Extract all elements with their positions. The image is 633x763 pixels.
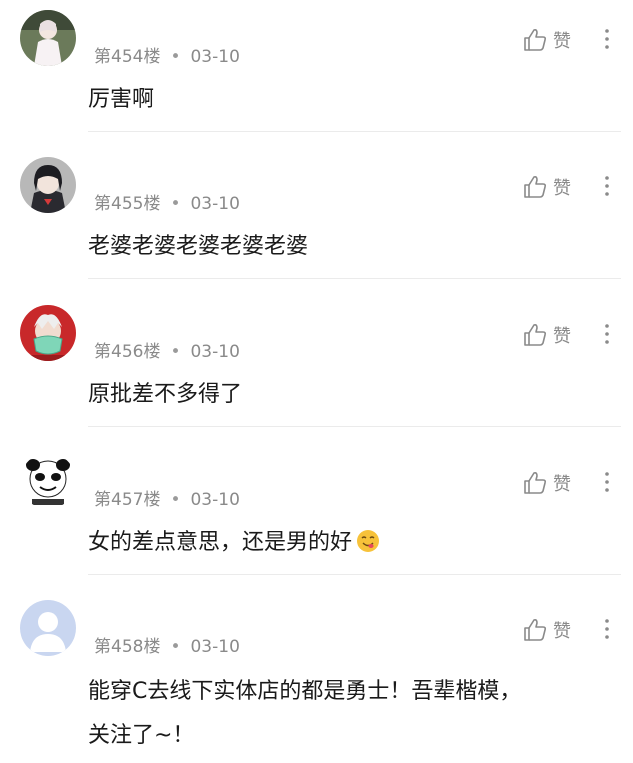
like-label: 赞 <box>553 31 571 52</box>
comment-meta: 第456楼 • 03-10 <box>94 337 240 362</box>
floor-number: 第457楼 <box>94 490 161 510</box>
girl-white-dress-avatar-icon <box>20 10 76 66</box>
more-options-button[interactable] <box>598 25 616 55</box>
anime-boy-avatar-icon <box>20 157 76 213</box>
like-button[interactable]: 赞 <box>522 468 571 498</box>
comment-date: 03-10 <box>190 490 240 510</box>
floor-number: 第455楼 <box>94 194 161 214</box>
masked-character-avatar-icon <box>20 305 76 361</box>
floor-number: 第456楼 <box>94 342 161 362</box>
thumbs-up-icon <box>524 619 547 641</box>
avatar[interactable] <box>20 305 76 361</box>
comment-date: 03-10 <box>190 637 240 657</box>
avatar[interactable] <box>20 157 76 213</box>
separator-dot: • <box>170 637 181 657</box>
default-user-avatar-icon <box>20 600 76 656</box>
more-options-button[interactable] <box>598 468 616 498</box>
separator-dot: • <box>170 47 181 67</box>
like-button[interactable]: 赞 <box>522 615 571 645</box>
avatar[interactable] <box>20 453 76 509</box>
panda-meme-avatar-icon <box>20 453 76 509</box>
vertical-dots-icon <box>605 176 609 196</box>
comment-text: 原批差不多得了 <box>88 382 243 407</box>
like-label: 赞 <box>553 474 571 495</box>
comment-text-line-2: 关注了~！ <box>88 723 195 748</box>
comment-date: 03-10 <box>190 342 240 362</box>
like-label: 赞 <box>553 178 571 199</box>
divider <box>88 278 621 279</box>
thumbs-up-icon <box>524 324 547 346</box>
divider <box>88 131 621 132</box>
vertical-dots-icon <box>605 472 609 492</box>
separator-dot: • <box>170 490 181 510</box>
comment-text: 女的差点意思，还是男的好 <box>88 524 608 562</box>
comment-text-line-1: 能穿C去线下实体店的都是勇士！吾辈楷模， <box>88 679 522 704</box>
comment-meta: 第457楼 • 03-10 <box>94 485 240 510</box>
more-options-button[interactable] <box>598 615 616 645</box>
comment-date: 03-10 <box>190 194 240 214</box>
comment-text: 厉害啊 <box>88 87 155 112</box>
like-label: 赞 <box>553 326 571 347</box>
separator-dot: • <box>170 342 181 362</box>
avatar[interactable] <box>20 10 76 66</box>
like-button[interactable]: 赞 <box>522 320 571 350</box>
vertical-dots-icon <box>605 619 609 639</box>
thumbs-up-icon <box>524 29 547 51</box>
more-options-button[interactable] <box>598 320 616 350</box>
comment-text: 老婆老婆老婆老婆老婆 <box>88 234 309 259</box>
floor-number: 第454楼 <box>94 47 161 67</box>
like-button[interactable]: 赞 <box>522 25 571 55</box>
comment-text-content: 女的差点意思，还是男的好 <box>88 530 353 555</box>
separator-dot: • <box>170 194 181 214</box>
like-label: 赞 <box>553 621 571 642</box>
like-button[interactable]: 赞 <box>522 172 571 202</box>
avatar[interactable] <box>20 600 76 656</box>
comment-date: 03-10 <box>190 47 240 67</box>
floor-number: 第458楼 <box>94 637 161 657</box>
thumbs-up-icon <box>524 176 547 198</box>
thumbs-up-icon <box>524 472 547 494</box>
vertical-dots-icon <box>605 29 609 49</box>
divider <box>88 426 621 427</box>
comment-meta: 第458楼 • 03-10 <box>94 632 240 657</box>
more-options-button[interactable] <box>598 172 616 202</box>
divider <box>88 574 621 575</box>
comment-meta: 第455楼 • 03-10 <box>94 189 240 214</box>
comment-meta: 第454楼 • 03-10 <box>94 42 240 67</box>
vertical-dots-icon <box>605 324 609 344</box>
yum-face-emoji-icon <box>357 530 380 552</box>
